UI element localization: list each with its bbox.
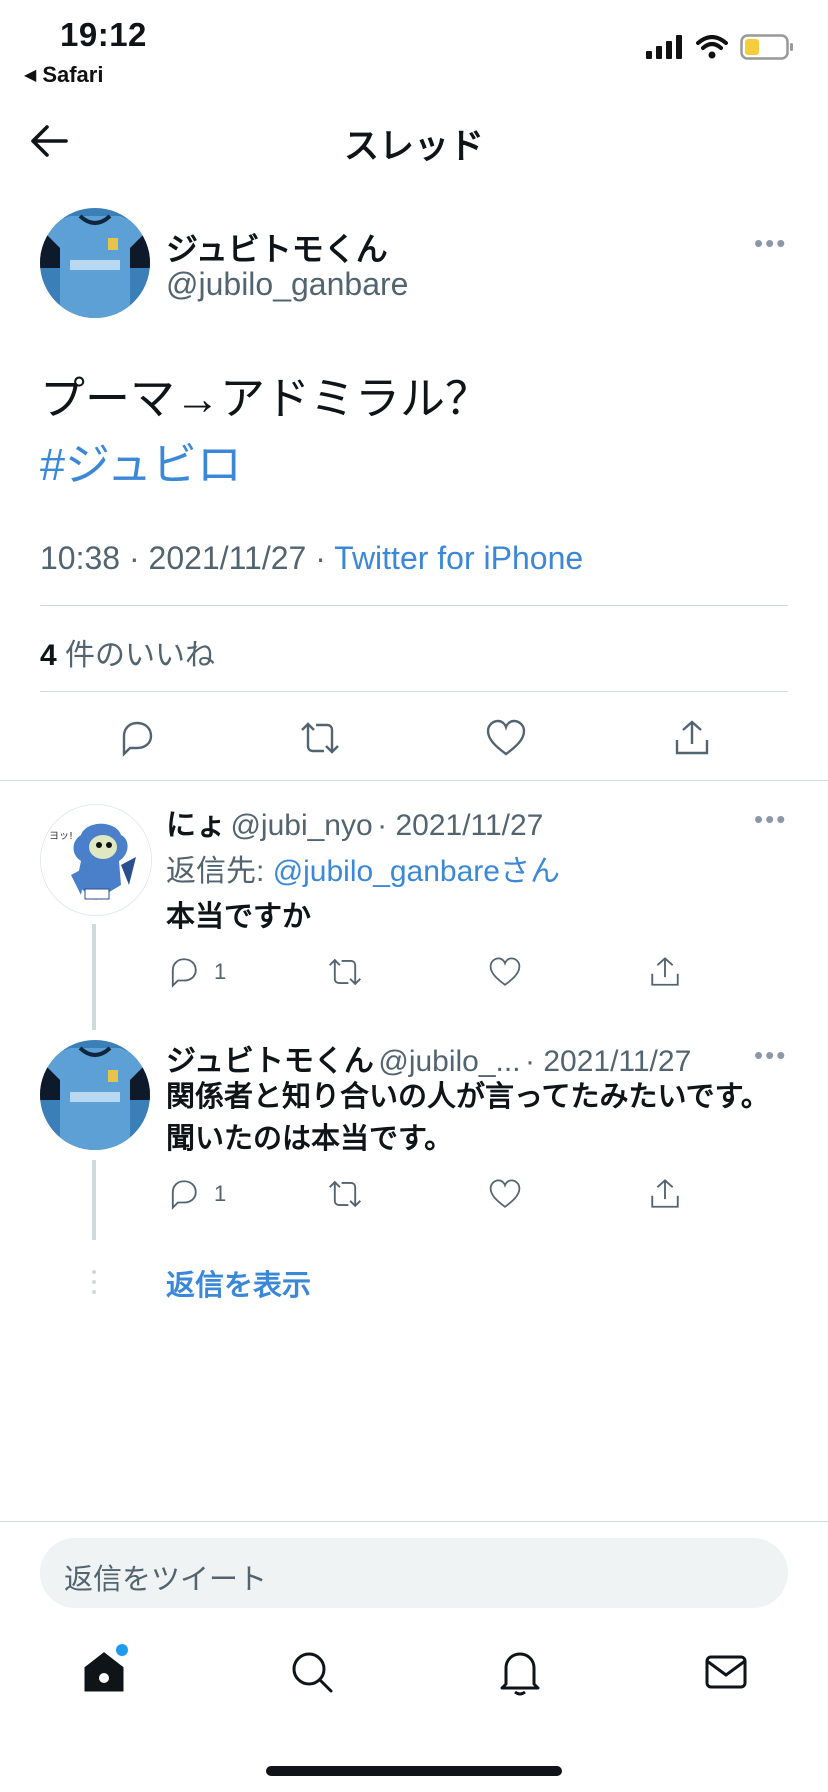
display-name[interactable]: にょ [166, 809, 226, 842]
svg-text:ヨッ!: ヨッ! [49, 831, 73, 842]
mail-icon [705, 1655, 747, 1689]
reply-text: 関係者と知り合いの人が言ってたみたいです。 聞いたのは本当です。 [166, 1076, 770, 1160]
avatar[interactable] [40, 208, 150, 318]
reply-date: · 2021/11/27 [377, 809, 544, 842]
more-options-icon[interactable]: ••• [754, 228, 787, 259]
reply-actions: 1 [166, 1174, 726, 1214]
like-button[interactable] [488, 1174, 522, 1214]
reply-date: · 2021/11/27 [525, 1045, 692, 1078]
likes-summary[interactable]: 4 件のいいね [40, 630, 215, 674]
notification-dot [116, 1644, 128, 1656]
reply-placeholder: 返信をツイート [64, 1564, 268, 1596]
share-icon [651, 957, 679, 986]
back-to-safari[interactable]: ◀ Safari [24, 62, 103, 88]
share-icon [675, 720, 709, 755]
user-handle[interactable]: @jubilo_... [378, 1045, 520, 1078]
more-options-icon[interactable]: ••• [754, 804, 787, 835]
show-replies-link[interactable]: 返信を表示 [166, 1262, 311, 1304]
tweet-date: 2021/11/27 [148, 540, 307, 576]
reply-text: 本当ですか [166, 901, 312, 933]
like-icon [489, 1179, 521, 1208]
avatar[interactable]: ヨッ! [40, 804, 152, 916]
like-button[interactable] [488, 952, 522, 992]
display-name[interactable]: ジュビトモくん [166, 1045, 374, 1078]
share-icon [651, 1179, 679, 1208]
page-title: スレッド [343, 127, 484, 166]
share-button[interactable] [648, 952, 682, 992]
reply-count: 1 [214, 1181, 227, 1206]
tweet-body: プーマ→アドミラル？ [40, 373, 491, 424]
reply-button[interactable]: 1 [166, 952, 226, 992]
wifi-icon [696, 35, 728, 59]
bell-icon [500, 1652, 540, 1696]
more-options-icon[interactable]: ••• [754, 1040, 787, 1071]
avatar[interactable] [40, 1040, 150, 1150]
like-button[interactable] [478, 710, 534, 766]
reply-to: 返信先: @jubilo_ganbareさん [166, 846, 560, 890]
hashtag-link[interactable]: #ジュビロ [40, 432, 490, 498]
reply-text-line: 聞いたのは本当です。 [166, 1123, 454, 1155]
tweet-time: 10:38 [40, 540, 121, 576]
divider [40, 605, 788, 606]
retweet-icon [329, 958, 361, 986]
tweet-text: プーマ→アドミラル？ #ジュビロ [40, 366, 490, 498]
tweet-actions [0, 710, 828, 766]
battery-icon [740, 34, 793, 60]
reply-icon [171, 1180, 197, 1210]
reply-to-suffix: さん [499, 855, 560, 888]
retweet-icon [329, 1180, 361, 1208]
bottom-divider [0, 1521, 828, 1522]
reply-button[interactable] [108, 710, 164, 766]
tab-notifications[interactable] [488, 1640, 552, 1704]
user-handle[interactable]: @jubilo_ganbare [166, 266, 408, 303]
tab-search[interactable] [280, 1640, 344, 1704]
thread-dots [92, 1270, 96, 1294]
retweet-button[interactable] [326, 1174, 364, 1214]
back-app-label: Safari [42, 62, 104, 87]
reply-button[interactable]: 1 [166, 1174, 226, 1214]
search-icon [292, 1652, 333, 1693]
likes-label: 件のいいね [65, 639, 216, 672]
triangle-left-icon: ◀ [24, 67, 37, 84]
user-handle[interactable]: @jubi_nyo [230, 809, 372, 842]
reply-icon [171, 958, 197, 988]
status-time: 19:12 [60, 16, 147, 53]
display-name[interactable]: ジュビトモくん [166, 224, 388, 270]
like-icon [486, 719, 526, 756]
tweet-meta: 10:38 · 2021/11/27 · Twitter for iPhone [40, 540, 584, 576]
retweet-button[interactable] [292, 710, 348, 766]
tab-home[interactable] [72, 1640, 136, 1704]
likes-count: 4 [40, 639, 57, 672]
retweet-button[interactable] [326, 952, 364, 992]
reply-to-label: 返信先: [166, 855, 265, 888]
retweet-icon [301, 722, 339, 754]
reply-header: ジュビトモくん @jubilo_... · 2021/11/27 [166, 1036, 691, 1080]
tab-bar [0, 1640, 828, 1710]
reply-header: にょ @jubi_nyo · 2021/11/27 [166, 800, 543, 844]
tweet-source[interactable]: Twitter for iPhone [334, 540, 583, 576]
reply-text-line: 関係者と知り合いの人が言ってたみたいです。 [166, 1081, 770, 1113]
signal-icon [646, 35, 682, 59]
reply-count: 1 [214, 959, 227, 984]
like-icon [489, 957, 521, 986]
divider [40, 691, 788, 692]
status-icons [646, 34, 794, 60]
share-button[interactable] [648, 1174, 682, 1214]
reply-icon [122, 721, 153, 757]
section-divider [0, 780, 828, 781]
thread-line [92, 924, 96, 1030]
reply-actions: 1 [166, 952, 726, 992]
reply-input[interactable]: 返信をツイート [40, 1538, 788, 1608]
thread-line [92, 1160, 96, 1240]
tab-messages[interactable] [694, 1640, 758, 1704]
home-indicator [266, 1766, 562, 1776]
reply-to-handle[interactable]: @jubilo_ganbare [273, 855, 500, 888]
share-button[interactable] [664, 710, 720, 766]
